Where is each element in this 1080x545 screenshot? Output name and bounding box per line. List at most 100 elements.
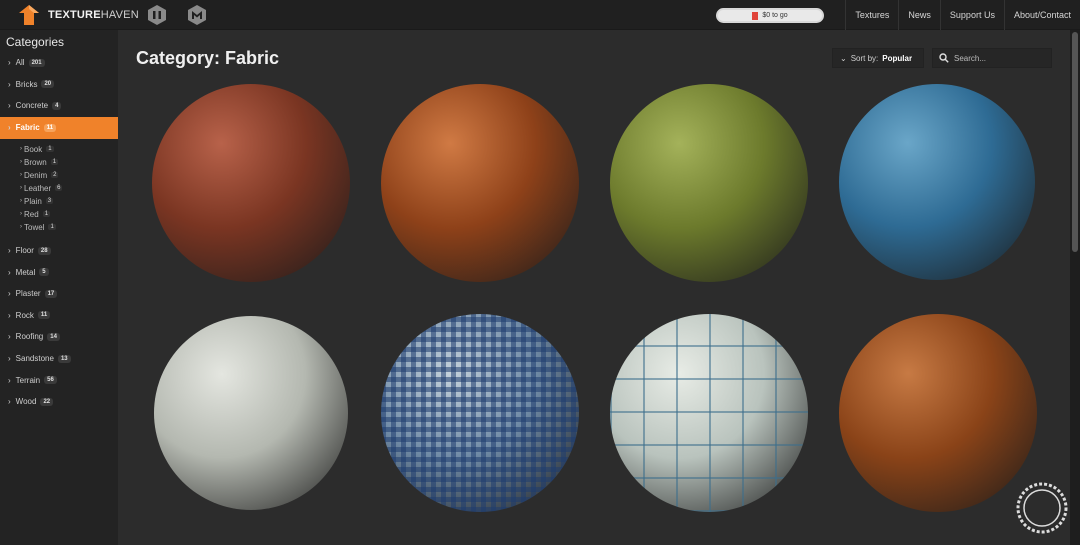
search-box[interactable]: [932, 48, 1052, 68]
category-label: Bricks: [15, 79, 38, 89]
nav-textures[interactable]: Textures: [845, 0, 898, 30]
chevron-right-icon: ›: [8, 289, 11, 299]
category-label: Rock: [15, 310, 34, 320]
texture-thumbnail[interactable]: [839, 314, 1037, 512]
chevron-right-icon: ›: [8, 310, 11, 320]
brand-name: TEXTUREHAVEN: [48, 9, 139, 21]
category-count: 17: [44, 289, 58, 298]
category-label: Roofing: [15, 332, 44, 342]
subcategory-leather[interactable]: › Leather 6: [0, 182, 118, 195]
sidebar-item-plaster[interactable]: › Plaster 17: [0, 283, 118, 305]
3dmodelhaven-icon[interactable]: [186, 4, 208, 26]
page-title: Category: Fabric: [136, 48, 280, 68]
sidebar-item-fabric[interactable]: › Fabric 11: [0, 116, 118, 139]
brand-name-bold: TEXTURE: [48, 9, 101, 21]
subcategory-count: 1: [46, 146, 54, 153]
chevron-right-icon: ›: [8, 123, 11, 133]
subcategory-label: Brown: [24, 157, 47, 167]
sort-prefix: Sort by:: [850, 53, 879, 63]
subcategory-count: 1: [48, 224, 56, 231]
sidebar-item-rock[interactable]: › Rock 11: [0, 305, 118, 327]
texture-thumbnail[interactable]: [610, 314, 808, 512]
watermark-badge-icon: [1016, 482, 1068, 534]
donation-progress-text: $0 to go: [762, 12, 788, 19]
category-count: 14: [47, 332, 60, 341]
category-count: 20: [41, 80, 55, 89]
sidebar-title: Categories: [6, 35, 65, 49]
chevron-down-icon: ⌄: [840, 53, 847, 63]
subcategory-book[interactable]: › Book 1: [0, 143, 118, 156]
subcategory-red[interactable]: › Red 1: [0, 208, 118, 221]
category-label: Floor: [15, 246, 34, 256]
fabric-subcategories: › Book 1 › Brown 1 › Denim 2 › Leather 6 › Plain 3…: [0, 139, 118, 240]
subcategory-label: Denim: [24, 170, 48, 180]
sidebar-item-all[interactable]: › All 201: [0, 52, 118, 74]
scrollbar[interactable]: [1070, 30, 1080, 545]
subcategory-towel[interactable]: › Towel 1: [0, 221, 118, 234]
donation-progress[interactable]: $0 to go: [716, 8, 824, 23]
subcategory-label: Red: [24, 209, 39, 219]
texture-thumbnail[interactable]: [152, 84, 350, 282]
sidebar-item-floor[interactable]: › Floor 28: [0, 240, 118, 262]
texturehaven-logo-icon: [19, 5, 39, 25]
subcategory-plain[interactable]: › Plain 3: [0, 195, 118, 208]
subcategory-count: 2: [51, 172, 59, 179]
subcategory-denim[interactable]: › Denim 2: [0, 169, 118, 182]
flag-icon: [752, 11, 759, 20]
subcategory-brown[interactable]: › Brown 1: [0, 156, 118, 169]
subcategory-count: 6: [55, 185, 63, 192]
hdrihaven-icon[interactable]: [146, 4, 168, 26]
category-label: Sandstone: [15, 354, 54, 364]
chevron-right-icon: ›: [8, 101, 11, 111]
subcategory-count: 1: [50, 159, 59, 166]
chevron-right-icon: ›: [20, 211, 22, 218]
chevron-right-icon: ›: [20, 146, 22, 153]
chevron-right-icon: ›: [20, 224, 22, 231]
chevron-right-icon: ›: [20, 185, 22, 192]
category-label: Metal: [15, 267, 36, 277]
sort-dropdown[interactable]: ⌄ Sort by: Popular: [832, 48, 924, 68]
nav-news[interactable]: News: [898, 0, 940, 30]
texture-thumbnail[interactable]: [381, 84, 579, 282]
chevron-right-icon: ›: [8, 267, 11, 277]
subcategory-label: Towel: [24, 222, 45, 232]
texture-thumbnail[interactable]: [154, 316, 348, 510]
subcategory-label: Book: [24, 144, 43, 154]
category-label: Concrete: [15, 101, 49, 111]
sidebar-item-terrain[interactable]: › Terrain 56: [0, 369, 118, 391]
subcategory-count: 1: [42, 211, 51, 218]
texture-thumbnail[interactable]: [839, 84, 1035, 280]
category-count: 28: [37, 246, 51, 255]
main-content: Category: Fabric ⌄ Sort by: Popular: [118, 30, 1070, 545]
scroll-thumb[interactable]: [1072, 32, 1078, 252]
sidebar-item-sandstone[interactable]: › Sandstone 13: [0, 348, 118, 370]
category-sidebar: Categories › All 201 › Bricks 20 › Concrete 4 …: [0, 30, 118, 545]
brand-logo[interactable]: TEXTUREHAVEN: [18, 4, 139, 26]
sidebar-item-wood[interactable]: › Wood 22: [0, 391, 118, 413]
chevron-right-icon: ›: [8, 79, 11, 89]
chevron-right-icon: ›: [8, 332, 11, 342]
category-label: Terrain: [15, 375, 41, 385]
category-label: Plaster: [15, 289, 41, 299]
sidebar-item-concrete[interactable]: › Concrete 4: [0, 95, 118, 117]
chevron-right-icon: ›: [8, 375, 11, 385]
chevron-right-icon: ›: [20, 198, 22, 205]
sidebar-item-metal[interactable]: › Metal 5: [0, 261, 118, 283]
nav-about-contact[interactable]: About/Contact: [1003, 0, 1080, 30]
category-count: 4: [52, 101, 62, 110]
sidebar-item-bricks[interactable]: › Bricks 20: [0, 74, 118, 96]
category-count: 13: [57, 354, 71, 363]
chevron-right-icon: ›: [8, 246, 11, 256]
sort-value: Popular: [882, 53, 913, 63]
top-bar: TEXTUREHAVEN $0 to go Textures News Supp…: [0, 0, 1080, 30]
category-count: 201: [28, 58, 45, 67]
texture-thumbnail[interactable]: [610, 84, 808, 282]
search-icon: [939, 53, 949, 63]
nav-support-us[interactable]: Support Us: [939, 0, 1004, 30]
search-input[interactable]: [954, 53, 1049, 63]
category-label: All: [15, 58, 25, 68]
texture-thumbnail[interactable]: [381, 314, 579, 512]
sidebar-item-roofing[interactable]: › Roofing 14: [0, 326, 118, 348]
category-label: Fabric: [15, 123, 40, 133]
chevron-right-icon: ›: [20, 172, 22, 179]
